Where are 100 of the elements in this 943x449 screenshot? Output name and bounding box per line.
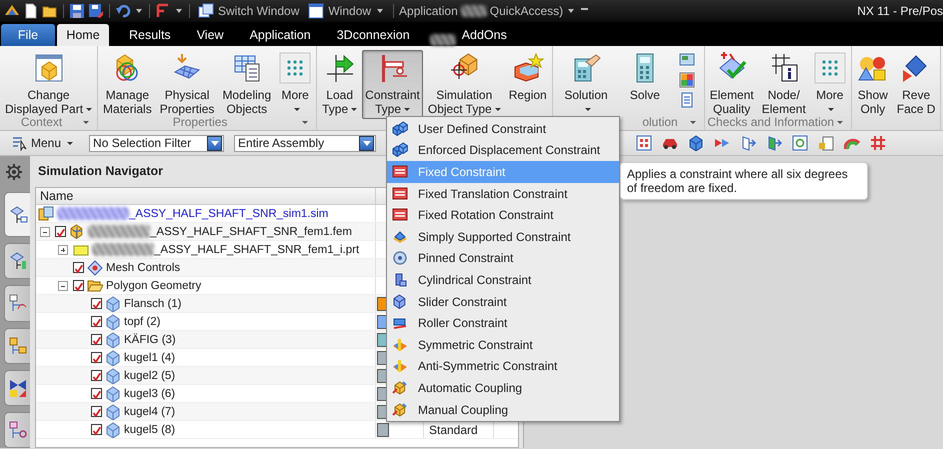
ribbon-button[interactable]: Constraint Type (362, 50, 423, 119)
expander-icon[interactable] (58, 244, 68, 254)
node-label[interactable]: _ASSY_HALF_SHAFT_SNR_fem1_i.prt (154, 244, 360, 256)
ribbon-tab[interactable]: Results (123, 24, 177, 46)
cube-icon (105, 314, 121, 330)
lock-page-icon[interactable] (818, 135, 834, 151)
ribbon-tab[interactable]: Home (57, 24, 109, 46)
refresh-icon[interactable] (792, 135, 808, 151)
node-label[interactable]: kugel4 (7) (124, 406, 176, 418)
node-label[interactable]: kugel3 (6) (124, 388, 176, 400)
menu-button[interactable]: Menu (8, 135, 78, 151)
checkbox[interactable] (91, 298, 102, 309)
cube-icon[interactable] (688, 135, 704, 151)
tree-icon (8, 293, 28, 314)
menu-item[interactable]: Enforced Displacement Constraint (387, 140, 619, 162)
cube-icon (105, 350, 121, 366)
cube-icon (105, 296, 121, 312)
grid-icon[interactable] (870, 135, 886, 151)
ribbon-button[interactable]: Region (506, 50, 550, 105)
node-label[interactable]: kugel1 (4) (124, 352, 176, 364)
ribbon-tab[interactable]: AddOns (456, 24, 513, 46)
node-label[interactable]: Polygon Geometry (106, 280, 202, 292)
door-icon[interactable] (740, 135, 756, 151)
menu-item[interactable]: Anti-Symmetric Constraint (387, 356, 619, 378)
checkbox[interactable] (91, 352, 102, 363)
menu-item[interactable]: Automatic Coupling (387, 377, 619, 399)
screen-icon[interactable] (679, 52, 696, 68)
side-tab[interactable] (4, 192, 30, 238)
ribbon-button[interactable]: Manage Materials (100, 50, 155, 119)
folder-icon (87, 278, 103, 294)
menu-item[interactable]: Fixed Rotation Constraint (387, 204, 619, 226)
side-tab[interactable] (4, 328, 30, 364)
hatched-block-icon (392, 164, 408, 180)
caret-icon[interactable] (836, 121, 843, 124)
side-tab[interactable] (4, 285, 30, 322)
node-label[interactable]: Flansch (1) (124, 298, 182, 310)
menu-item[interactable]: Simply Supported Constraint (387, 226, 619, 248)
checkbox[interactable] (91, 424, 102, 435)
ribbon-tab[interactable]: File (1, 24, 55, 46)
checkbox[interactable] (55, 226, 66, 237)
node-label[interactable]: _ASSY_HALF_SHAFT_SNR_sim1.sim (129, 208, 328, 220)
checkbox[interactable] (73, 280, 84, 291)
page-icon[interactable] (23, 3, 39, 19)
side-tab[interactable] (4, 412, 30, 448)
grid-window-icon[interactable] (636, 135, 652, 151)
menu-item[interactable]: Fixed Translation Constraint (387, 182, 619, 204)
caret-icon[interactable] (568, 9, 574, 13)
checkbox[interactable] (91, 370, 102, 381)
filter-dropdown[interactable]: No Selection Filter (89, 134, 224, 152)
menu-item[interactable]: Slider Constraint (387, 290, 619, 312)
door-icon[interactable] (766, 135, 782, 151)
ribbon-button[interactable]: Load Type (319, 50, 360, 119)
ribbon-tab[interactable]: View (190, 24, 230, 46)
coupled-cube-icon (392, 402, 408, 418)
ribbon-tab[interactable]: 3Dconnexion (330, 24, 416, 46)
caret-icon[interactable] (176, 9, 182, 13)
menu-item[interactable]: Pinned Constraint (387, 248, 619, 270)
node-label[interactable]: topf (2) (124, 316, 160, 328)
filter-dropdown[interactable]: Entire Assembly (234, 134, 376, 152)
document-icon[interactable] (679, 92, 696, 108)
split-block-icon (392, 336, 408, 353)
menu-item[interactable]: Cylindrical Constraint (387, 269, 619, 291)
node-label[interactable]: kugel5 (8) (124, 424, 176, 436)
checkbox[interactable] (91, 316, 102, 327)
color-grid-icon[interactable] (679, 72, 696, 88)
column-header[interactable]: Name (36, 188, 376, 204)
menu-item[interactable]: Manual Coupling (387, 398, 619, 420)
expander-icon[interactable] (40, 226, 50, 236)
coupled-cube-icon (392, 380, 408, 396)
node-label[interactable]: Mesh Controls (106, 262, 180, 274)
caret-icon[interactable] (83, 121, 90, 124)
menu-item[interactable]: Symmetric Constraint (387, 334, 619, 356)
caret-icon[interactable] (136, 9, 142, 13)
menu-item[interactable]: User Defined Constraint (387, 118, 619, 140)
ribbon-button[interactable]: Solve (626, 50, 664, 105)
menu-item[interactable]: Roller Constraint (387, 312, 619, 334)
mesh-controls-icon (87, 260, 103, 276)
disc-icon (392, 228, 408, 245)
switch-window-button[interactable]: Switch Window (195, 3, 302, 19)
checkbox[interactable] (91, 334, 102, 345)
checkbox[interactable] (91, 388, 102, 399)
checkbox[interactable] (73, 262, 84, 273)
node-label[interactable]: KÄFIG (3) (124, 334, 176, 346)
settings-icon[interactable] (6, 164, 22, 180)
side-tab[interactable] (4, 243, 30, 280)
ribbon-tab[interactable]: Application (244, 24, 317, 46)
undo-icon[interactable] (115, 3, 131, 19)
caret-icon[interactable] (302, 121, 308, 124)
side-tab[interactable] (4, 370, 30, 406)
ribbon-button[interactable]: Reve Face D (894, 50, 938, 119)
ribbon-button[interactable]: More (276, 50, 314, 119)
bracket-icon[interactable] (155, 3, 171, 19)
window-menu-button[interactable]: Window (305, 3, 388, 19)
node-label[interactable]: kugel2 (5) (124, 370, 176, 382)
caret-icon[interactable] (690, 121, 696, 124)
expander-icon[interactable] (58, 280, 68, 290)
cubes-icon (392, 142, 408, 158)
ribbon-button[interactable]: Show Only (854, 50, 892, 119)
checkbox[interactable] (91, 406, 102, 417)
cube-icon (105, 386, 121, 402)
